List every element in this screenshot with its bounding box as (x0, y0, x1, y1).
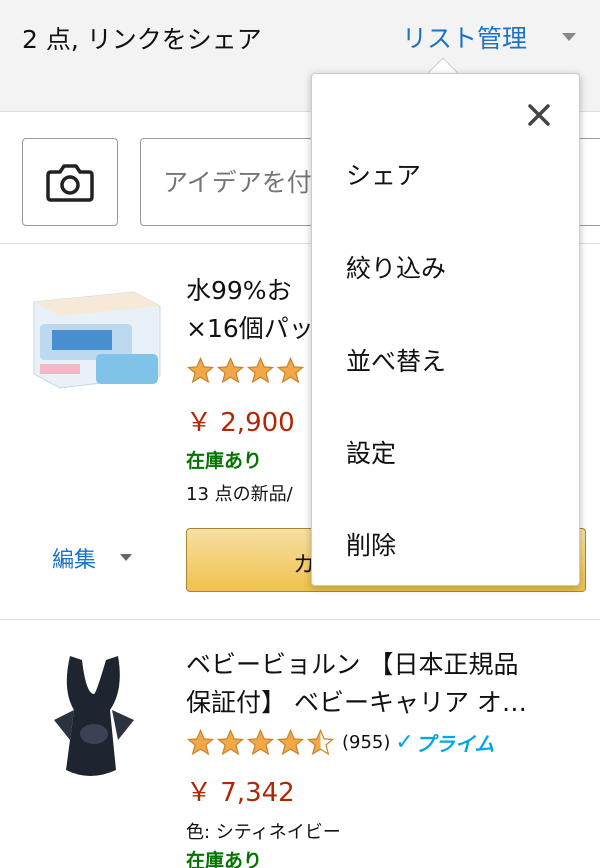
chevron-down-icon[interactable] (120, 554, 132, 561)
product-title-line[interactable]: 保証付】 ベビーキャリア オ… (186, 684, 586, 722)
product-title-line[interactable]: ×16個パッ (186, 310, 310, 348)
list-manage-button[interactable]: リスト管理 (402, 22, 527, 56)
close-icon[interactable] (524, 100, 554, 130)
edit-button[interactable]: 編集 (52, 542, 96, 574)
menu-item-share[interactable]: シェア (346, 156, 421, 192)
chevron-down-icon[interactable] (562, 33, 576, 41)
product-image-baby-carrier (54, 656, 134, 776)
menu-item-delete[interactable]: 削除 (346, 526, 396, 562)
stock-status: 在庫あり (186, 450, 263, 472)
product-title-line[interactable]: 水99%お (186, 272, 310, 310)
menu-item-filter[interactable]: 絞り込み (346, 249, 446, 285)
star-icon (216, 728, 245, 756)
camera-button[interactable] (22, 138, 118, 226)
menu-item-sort[interactable]: 並べ替え (346, 342, 446, 378)
prime-check-icon: ✓ (395, 730, 414, 755)
star-icon (246, 356, 275, 384)
star-icon (276, 728, 305, 756)
star-icon (186, 356, 215, 384)
star-icon (246, 728, 275, 756)
list-manage-menu: シェア 絞り込み 並べ替え 設定 削除 (311, 73, 580, 586)
product-price: ￥ 7,342 (186, 778, 295, 808)
offers-link[interactable]: 13 点の新品/ (186, 480, 293, 506)
product-image-wipes (33, 291, 161, 389)
star-rating (186, 356, 305, 385)
review-count[interactable]: (955) (342, 728, 390, 757)
camera-icon (46, 164, 94, 202)
star-rating: (955) ✓ プライム (186, 728, 494, 757)
stock-status: 在庫あり (186, 850, 263, 868)
product-title-line[interactable]: ベビービョルン 【日本正規品 (186, 646, 586, 684)
star-icon (216, 356, 245, 384)
star-icon (276, 356, 305, 384)
menu-item-settings[interactable]: 設定 (346, 434, 396, 470)
product-color: 色: シティネイビー (186, 822, 341, 843)
star-icon (186, 728, 215, 756)
star-half-icon (306, 728, 335, 756)
product-price: ￥ 2,900 (186, 408, 295, 438)
share-title: 2 点, リンクをシェア (22, 25, 262, 54)
list-item: ベビービョルン 【日本正規品 保証付】 ベビーキャリア オ… (955) ✓ プ… (0, 620, 600, 868)
prime-badge: プライム (414, 732, 495, 756)
